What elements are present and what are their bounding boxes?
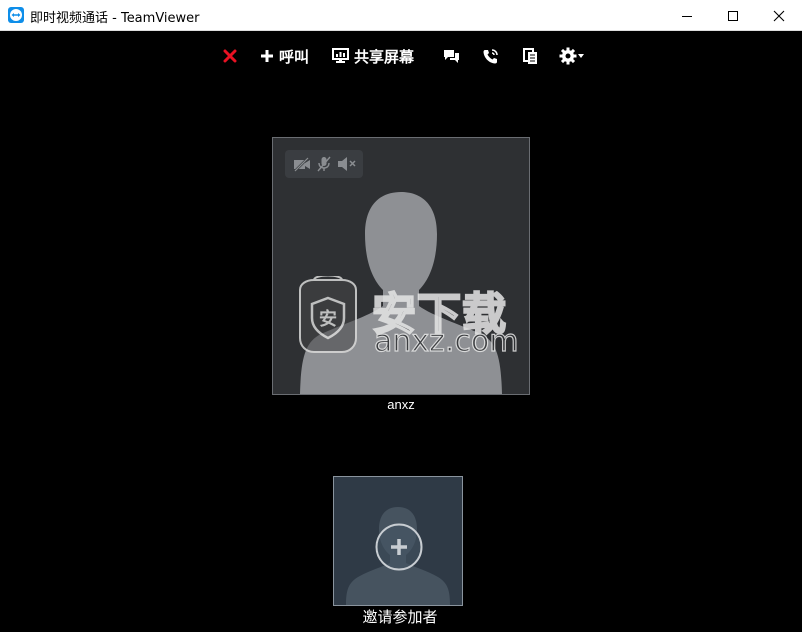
- settings-button[interactable]: [559, 41, 584, 71]
- maximize-button[interactable]: [710, 0, 756, 31]
- close-window-button[interactable]: [756, 0, 802, 31]
- chat-button[interactable]: [443, 41, 460, 71]
- title-bar: 即时视频通话 - TeamViewer: [0, 0, 802, 31]
- share-screen-button[interactable]: 共享屏幕: [332, 41, 414, 71]
- shield-logo-icon: 安: [299, 276, 357, 353]
- teamviewer-window: 即时视频通话 - TeamViewer 呼叫 共享屏幕 安 安下载 anxz.c…: [0, 0, 802, 632]
- watermark-shield-char: 安: [319, 308, 337, 330]
- plus-icon: [261, 50, 273, 62]
- call-toolbar: 呼叫 共享屏幕: [0, 41, 802, 71]
- gear-icon: [559, 47, 577, 65]
- share-screen-label: 共享屏幕: [354, 47, 415, 66]
- maximize-icon: [728, 10, 738, 21]
- minimize-icon: [682, 15, 692, 17]
- close-icon: [773, 10, 785, 21]
- minimize-button[interactable]: [664, 0, 710, 31]
- end-call-icon: [223, 49, 237, 63]
- files-button[interactable]: [523, 41, 538, 71]
- chevron-down-icon: [578, 53, 584, 58]
- watermark: 安 安下载 anxz.com: [292, 274, 519, 360]
- teamviewer-logo-icon: [8, 7, 24, 23]
- microphone-off-icon[interactable]: [316, 156, 332, 172]
- end-call-button[interactable]: [223, 41, 237, 71]
- speaker-mute-icon[interactable]: [337, 156, 357, 172]
- watermark-url: anxz.com: [373, 323, 519, 359]
- media-controls: [285, 150, 363, 178]
- window-title: 即时视频通话 - TeamViewer: [30, 11, 200, 26]
- chat-icon: [444, 50, 459, 63]
- invite-participant-label: 邀请参加者: [362, 608, 438, 626]
- add-participant-icon[interactable]: [374, 522, 424, 572]
- phone-icon: [483, 48, 498, 63]
- participant-name: anxz: [387, 397, 415, 412]
- files-icon: [523, 47, 537, 64]
- monitor-icon: [332, 48, 349, 63]
- phone-button[interactable]: [482, 41, 499, 71]
- camera-off-icon[interactable]: [293, 156, 311, 172]
- call-label: 呼叫: [279, 47, 310, 66]
- invite-participant-tile[interactable]: [333, 476, 463, 606]
- call-button[interactable]: 呼叫: [260, 41, 309, 71]
